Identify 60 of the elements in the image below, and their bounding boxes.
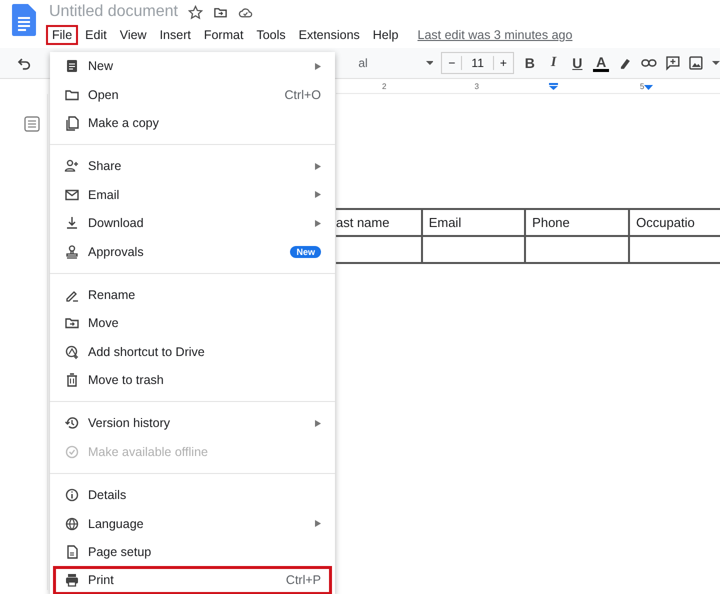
ruler-number: 3 xyxy=(474,82,479,90)
menu-item[interactable]: Language xyxy=(50,509,335,538)
outline-icon[interactable] xyxy=(24,116,40,132)
menu-bar-item[interactable]: Tools xyxy=(250,25,292,45)
menu-item[interactable]: Print Ctrl+P xyxy=(53,566,332,594)
caret-icon[interactable] xyxy=(426,59,434,67)
stamp-icon xyxy=(64,244,80,260)
menu-item[interactable]: Share xyxy=(50,152,335,181)
menu-bar-item[interactable]: Help xyxy=(366,25,404,45)
menu-bar-item[interactable]: Insert xyxy=(154,25,197,45)
copy-icon xyxy=(64,114,80,131)
underline-button[interactable]: U xyxy=(569,55,586,71)
printer-icon xyxy=(64,572,80,588)
menu-item[interactable]: New xyxy=(50,52,335,80)
table-header-cell: Email xyxy=(422,209,526,236)
ruler-number: 5 xyxy=(640,82,644,90)
menu-item[interactable]: Page setup xyxy=(50,538,335,566)
menu-bar-item[interactable]: File xyxy=(46,25,78,45)
menu-item[interactable]: Add shortcut to Drive xyxy=(50,338,335,366)
font-name-dropdown[interactable]: al xyxy=(358,56,418,70)
bold-button[interactable]: B xyxy=(522,55,538,71)
docs-logo-icon[interactable] xyxy=(12,4,36,36)
image-icon[interactable] xyxy=(688,55,704,71)
caret-icon[interactable] xyxy=(712,59,720,67)
last-edit-link[interactable]: Last edit was 3 minutes ago xyxy=(418,28,572,42)
menu-bar-item[interactable]: Format xyxy=(198,25,250,45)
menu-item[interactable]: Make a copy xyxy=(50,108,335,138)
info-icon xyxy=(64,487,80,504)
table-header-cell: Phone xyxy=(525,209,630,236)
menu-item[interactable]: Approvals New xyxy=(50,237,335,266)
menu-item[interactable]: Move xyxy=(50,309,335,338)
new-badge: New xyxy=(290,246,321,258)
italic-button[interactable]: I xyxy=(546,55,562,71)
trash-icon xyxy=(64,372,80,388)
history-icon xyxy=(64,415,80,432)
comment-icon[interactable] xyxy=(664,55,680,71)
decrease-size-button[interactable]: − xyxy=(442,56,462,70)
document-icon xyxy=(64,58,80,74)
font-size-field[interactable]: 11 xyxy=(461,56,494,70)
star-icon[interactable] xyxy=(188,4,203,20)
menu-item[interactable]: Email xyxy=(50,180,335,209)
ruler-number: 2 xyxy=(382,82,386,90)
menu-bar-item[interactable]: Extensions xyxy=(292,25,366,45)
menu-item[interactable]: Open Ctrl+O xyxy=(50,80,335,109)
indent-marker-icon[interactable] xyxy=(548,82,558,90)
globe-icon xyxy=(64,516,80,532)
person-add-icon xyxy=(64,158,80,174)
table-header-cell: ast name xyxy=(336,209,422,236)
menu-bar-item[interactable]: View xyxy=(114,25,153,45)
menu-bar-item[interactable]: Edit xyxy=(79,25,113,45)
menu-item[interactable]: Version history xyxy=(50,409,335,438)
menu-item[interactable]: Details xyxy=(50,481,335,510)
indent-marker-icon[interactable] xyxy=(644,82,654,90)
table-header-cell: Occupatio xyxy=(629,209,720,236)
text-color-button[interactable]: A xyxy=(593,54,610,72)
download-icon xyxy=(64,215,80,232)
menu-item[interactable]: Rename xyxy=(50,280,335,310)
menu-item[interactable]: Download xyxy=(50,208,335,238)
increase-size-button[interactable]: + xyxy=(494,56,513,70)
menu-item[interactable]: Move to trash xyxy=(50,366,335,394)
